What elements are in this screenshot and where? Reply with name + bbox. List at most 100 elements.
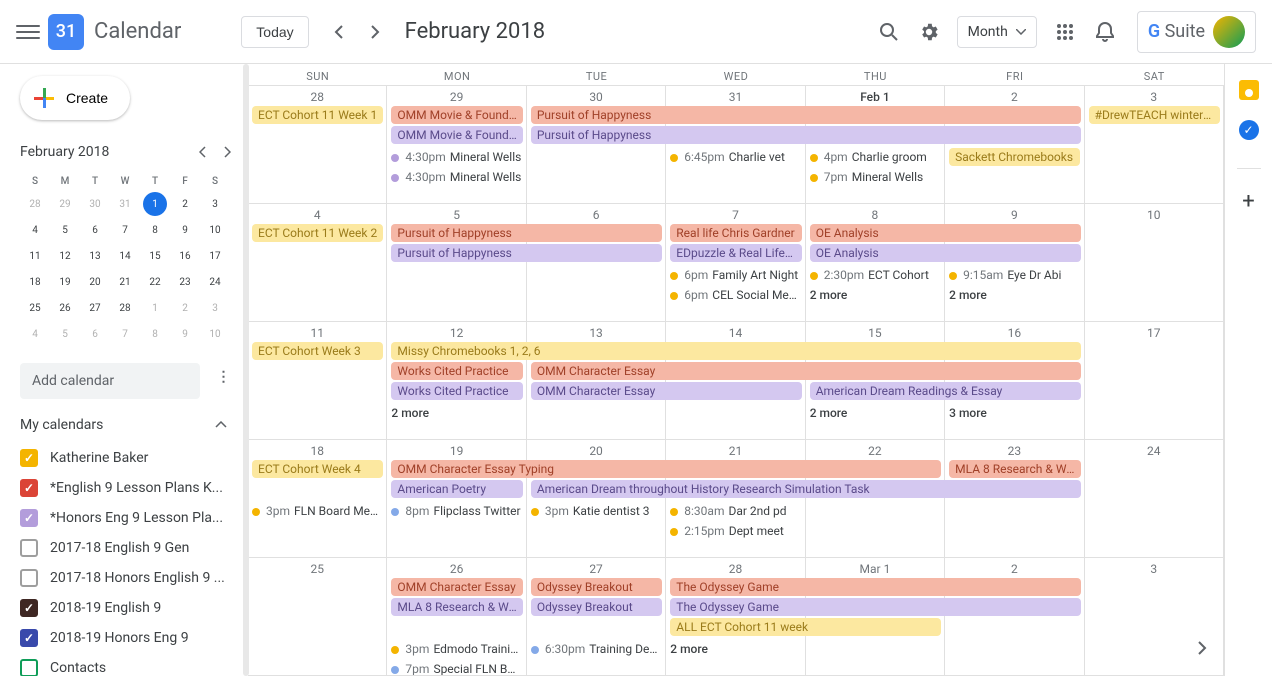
day-cell[interactable]: 17 xyxy=(1085,322,1224,439)
mini-day[interactable]: 8 xyxy=(143,322,167,346)
calendar-event[interactable]: ECT Cohort Week 4 xyxy=(252,460,383,478)
day-cell[interactable]: 276:30pmTraining Demo xyxy=(527,558,666,675)
mini-day[interactable]: 29 xyxy=(53,192,77,216)
day-cell[interactable]: 13 xyxy=(527,322,666,439)
mini-day[interactable]: 14 xyxy=(113,244,137,268)
sidebar-scrollbar[interactable] xyxy=(243,64,249,676)
mini-day[interactable]: 22 xyxy=(143,270,167,294)
calendar-event[interactable]: 3pmEdmodo Training xyxy=(391,640,521,658)
day-cell[interactable]: 183pmFLN Board Meeting xyxy=(248,440,387,557)
calendar-event[interactable]: ECT Cohort 11 Week 2 xyxy=(252,224,383,242)
settings-button[interactable] xyxy=(909,12,949,52)
calendar-list-item[interactable]: 2017-18 English 9 Gen xyxy=(20,533,239,563)
day-cell[interactable]: 5 xyxy=(387,204,526,321)
day-cell[interactable]: 163 more xyxy=(945,322,1084,439)
day-cell[interactable]: 198pmFlipclass Twitter xyxy=(387,440,526,557)
day-cell[interactable]: 25 xyxy=(248,558,387,675)
side-panel-toggle[interactable] xyxy=(1188,634,1216,662)
calendar-event[interactable]: 4:30pmMineral Wells xyxy=(391,148,521,166)
mini-next-button[interactable] xyxy=(215,140,239,164)
calendar-event[interactable]: EDpuzzle & Real Life Chris xyxy=(670,244,801,262)
day-cell[interactable]: 99:15amEye Dr Abi2 more xyxy=(945,204,1084,321)
mini-day[interactable]: 1 xyxy=(143,296,167,320)
mini-day[interactable]: 4 xyxy=(23,322,47,346)
day-cell[interactable]: 22 xyxy=(806,440,945,557)
day-cell[interactable]: 82:30pmECT Cohort2 more xyxy=(806,204,945,321)
gsuite-badge[interactable]: G G SuiteSuite xyxy=(1137,11,1256,53)
calendar-event[interactable]: American Dream throughout History Resear… xyxy=(531,480,1081,498)
day-cell[interactable]: 14 xyxy=(666,322,805,439)
calendar-event[interactable]: Pursuit of Happyness xyxy=(391,244,662,262)
day-cell[interactable]: 203pmKatie dentist 3 xyxy=(527,440,666,557)
calendar-checkbox[interactable] xyxy=(20,479,38,497)
calendar-list-item[interactable]: 2018-19 Honors Eng 9 xyxy=(20,623,239,653)
day-cell[interactable]: 10 xyxy=(1085,204,1224,321)
day-cell[interactable]: 11 xyxy=(248,322,387,439)
calendar-event[interactable]: 2:30pmECT Cohort xyxy=(810,266,940,284)
calendar-event[interactable]: OMM Character Essay xyxy=(531,362,1081,380)
mini-day[interactable]: 8 xyxy=(143,218,167,242)
day-cell[interactable]: Mar 1 xyxy=(806,558,945,675)
mini-day[interactable]: 15 xyxy=(143,244,167,268)
day-cell[interactable]: 4 xyxy=(248,204,387,321)
calendar-list-item[interactable]: *Honors Eng 9 Lesson Pla... xyxy=(20,503,239,533)
calendar-event[interactable]: 9:15amEye Dr Abi xyxy=(949,266,1079,284)
mini-day[interactable]: 27 xyxy=(83,296,107,320)
mini-day[interactable]: 7 xyxy=(113,322,137,346)
calendar-event[interactable]: Pursuit of Happyness xyxy=(391,224,662,242)
calendar-event[interactable]: 8pmFlipclass Twitter xyxy=(391,502,521,520)
calendar-event[interactable]: OMM Character Essay Typing xyxy=(391,460,941,478)
mini-day[interactable]: 19 xyxy=(53,270,77,294)
calendar-event[interactable]: 3pmFLN Board Meeting xyxy=(252,502,382,520)
mini-day[interactable]: 20 xyxy=(83,270,107,294)
mini-day[interactable]: 12 xyxy=(53,244,77,268)
mini-prev-button[interactable] xyxy=(191,140,215,164)
mini-day[interactable]: 23 xyxy=(173,270,197,294)
mini-day[interactable]: 6 xyxy=(83,218,107,242)
mini-day[interactable]: 3 xyxy=(203,192,227,216)
calendar-event[interactable]: 6:30pmTraining Demo xyxy=(531,640,661,658)
day-cell[interactable]: 23 xyxy=(945,440,1084,557)
day-cell[interactable]: 28 xyxy=(248,86,387,203)
calendar-event[interactable]: Odyssey Breakout xyxy=(531,598,662,616)
calendar-event[interactable]: 3pmKatie dentist 3 xyxy=(531,502,661,520)
mini-day[interactable]: 6 xyxy=(83,322,107,346)
notifications-button[interactable] xyxy=(1085,12,1125,52)
mini-day[interactable]: 26 xyxy=(53,296,77,320)
day-cell[interactable]: 218:30amDar 2nd pd2:15pmDept meet xyxy=(666,440,805,557)
calendar-event[interactable]: 6pmCEL Social Media xyxy=(670,286,800,304)
more-events-link[interactable]: 2 more xyxy=(810,404,940,422)
mini-day[interactable]: 28 xyxy=(113,296,137,320)
mini-day[interactable]: 30 xyxy=(83,192,107,216)
calendar-event[interactable]: ALL ECT Cohort 11 week xyxy=(670,618,941,636)
day-cell[interactable]: 294:30pmMineral Wells4:30pmMineral Wells xyxy=(387,86,526,203)
calendar-checkbox[interactable] xyxy=(20,539,38,557)
calendar-list-item[interactable]: 2018-19 English 9 xyxy=(20,593,239,623)
tasks-addon-icon[interactable]: ✓ xyxy=(1239,120,1259,140)
mini-day[interactable]: 11 xyxy=(23,244,47,268)
calendar-checkbox[interactable] xyxy=(20,629,38,647)
calendar-event[interactable]: Missy Chromebooks 1, 2, 6 xyxy=(391,342,1080,360)
mini-calendar[interactable]: SMTWTFS282930311234567891011121314151617… xyxy=(20,172,230,347)
add-calendar-options-button[interactable]: ⋮ xyxy=(212,365,236,389)
day-cell[interactable]: 24 xyxy=(1085,440,1224,557)
calendar-event[interactable]: Pursuit of Happyness xyxy=(531,126,1081,144)
calendar-event[interactable]: 4pmCharlie groom xyxy=(810,148,940,166)
calendar-event[interactable]: 4:30pmMineral Wells xyxy=(391,168,521,186)
calendar-list-item[interactable]: Contacts xyxy=(20,653,239,676)
day-cell[interactable]: 2 xyxy=(945,558,1084,675)
add-addon-button[interactable]: + xyxy=(1242,189,1254,214)
calendar-checkbox[interactable] xyxy=(20,569,38,587)
day-cell[interactable]: 122 more xyxy=(387,322,526,439)
calendar-event[interactable]: 6:45pmCharlie vet xyxy=(670,148,800,166)
mini-day[interactable]: 28 xyxy=(23,192,47,216)
calendar-event[interactable]: 2:15pmDept meet xyxy=(670,522,800,540)
more-events-link[interactable]: 2 more xyxy=(670,640,800,658)
more-events-link[interactable]: 2 more xyxy=(810,286,940,304)
account-avatar[interactable] xyxy=(1213,16,1245,48)
calendar-event[interactable]: American Poetry xyxy=(391,480,522,498)
more-events-link[interactable]: 2 more xyxy=(391,404,521,422)
calendar-event[interactable]: ECT Cohort 11 Week 1 xyxy=(252,106,383,124)
calendar-list-item[interactable]: 2017-18 Honors English 9 ... xyxy=(20,563,239,593)
mini-day[interactable]: 5 xyxy=(53,218,77,242)
